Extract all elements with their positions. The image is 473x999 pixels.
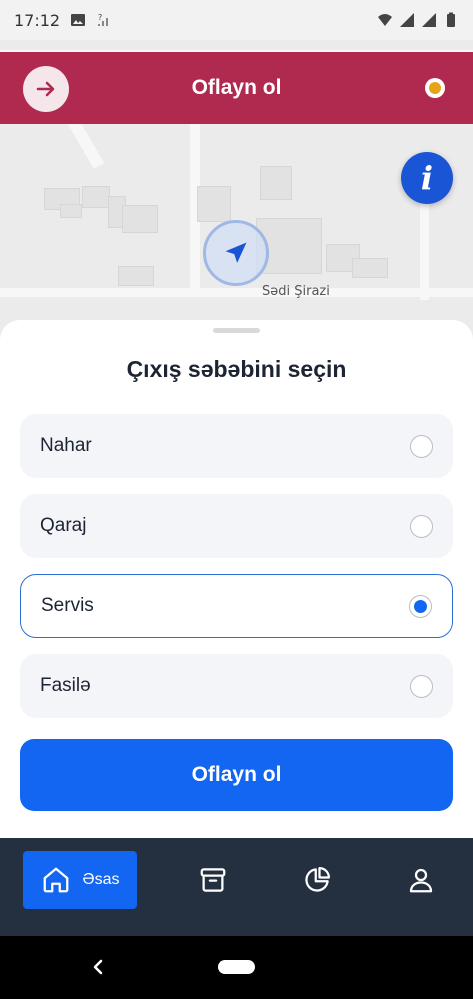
nav-profile[interactable] (394, 851, 448, 909)
current-location-marker[interactable] (203, 220, 269, 286)
no-signal-icon: ? (98, 13, 109, 26)
home-icon (43, 867, 68, 893)
user-icon (409, 868, 433, 893)
wifi-icon (378, 14, 392, 26)
system-back-icon[interactable] (88, 956, 108, 978)
info-button[interactable]: i (401, 152, 453, 204)
battery-icon (447, 12, 455, 27)
map-building (197, 186, 231, 222)
option-label: Qaraj (40, 515, 87, 536)
option-label: Fasilə (40, 675, 91, 696)
map-building (82, 186, 110, 208)
radio-dot (414, 599, 427, 613)
radio-button-checked[interactable] (409, 594, 432, 618)
option-label: Servis (41, 595, 94, 616)
offline-header: Oflayn ol (0, 52, 473, 124)
navigation-arrow-icon (225, 242, 247, 263)
svg-text:?: ? (98, 13, 102, 22)
map-building (60, 204, 82, 218)
status-dot-icon (429, 82, 441, 94)
info-icon: i (420, 159, 434, 197)
radio-button[interactable] (410, 434, 433, 458)
system-home-pill[interactable] (218, 960, 255, 974)
status-time: 17:12 (14, 10, 61, 30)
pie-chart-icon (305, 867, 330, 892)
option-nahar[interactable]: Nahar (20, 414, 453, 478)
signal-icon-2 (422, 13, 436, 27)
map-building (122, 205, 158, 233)
gallery-icon (71, 14, 86, 26)
nav-statistics[interactable] (290, 851, 344, 909)
nav-home[interactable]: Əsas (23, 851, 137, 909)
radio-button[interactable] (410, 514, 433, 538)
go-offline-button[interactable]: Oflayn ol (20, 739, 453, 811)
nav-home-label: Əsas (82, 871, 120, 888)
reason-bottom-sheet: Çıxış səbəbini seçin Nahar Qaraj Servis … (0, 320, 473, 840)
option-label: Nahar (40, 435, 92, 456)
radio-button[interactable] (410, 674, 433, 698)
map-building (118, 266, 154, 286)
map-road (0, 288, 473, 297)
bottom-navigation: Əsas (0, 838, 473, 936)
option-servis[interactable]: Servis (20, 574, 453, 638)
arrow-right-icon (36, 81, 55, 97)
status-bar: 17:12 ? (0, 0, 473, 40)
forward-button[interactable] (23, 66, 69, 112)
system-navigation-bar (0, 936, 473, 999)
map-building (352, 258, 388, 278)
option-fasile[interactable]: Fasilə (20, 654, 453, 718)
nav-archive[interactable] (186, 851, 240, 909)
option-qaraj[interactable]: Qaraj (20, 494, 453, 558)
sheet-handle[interactable] (213, 328, 260, 333)
header-title: Oflayn ol (191, 76, 282, 99)
archive-box-icon (200, 868, 226, 892)
map-road (420, 190, 429, 300)
online-status-indicator (425, 78, 445, 98)
street-label: Sədi Şirazi (262, 284, 330, 299)
signal-icon (400, 13, 414, 27)
sheet-title: Çıxış səbəbini seçin (126, 356, 347, 382)
map-building (260, 166, 292, 200)
